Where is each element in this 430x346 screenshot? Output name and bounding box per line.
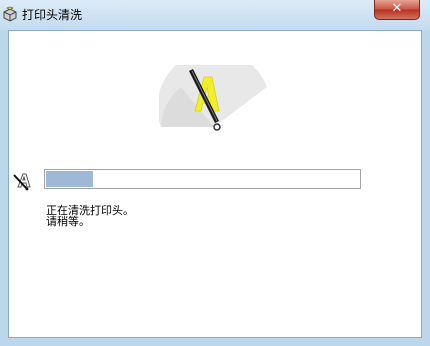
title-bar[interactable]: 打印头清洗 ✕ [0,0,430,30]
wait-message: 请稍等。 [46,215,90,228]
close-button[interactable]: ✕ [374,0,420,20]
print-head-cleaning-icon [157,50,279,135]
window-title: 打印头清洗 [22,8,83,22]
cleaning-progress-bar [44,169,361,189]
print-head-status-icon [11,171,33,191]
dialog-window: 打印头清洗 ✕ 正在清洗打印头。 请稍等。 [0,0,430,346]
printer-icon [2,6,18,22]
close-icon: ✕ [391,1,403,16]
dialog-content: 正在清洗打印头。 请稍等。 [8,30,422,338]
progress-fill [46,171,93,187]
